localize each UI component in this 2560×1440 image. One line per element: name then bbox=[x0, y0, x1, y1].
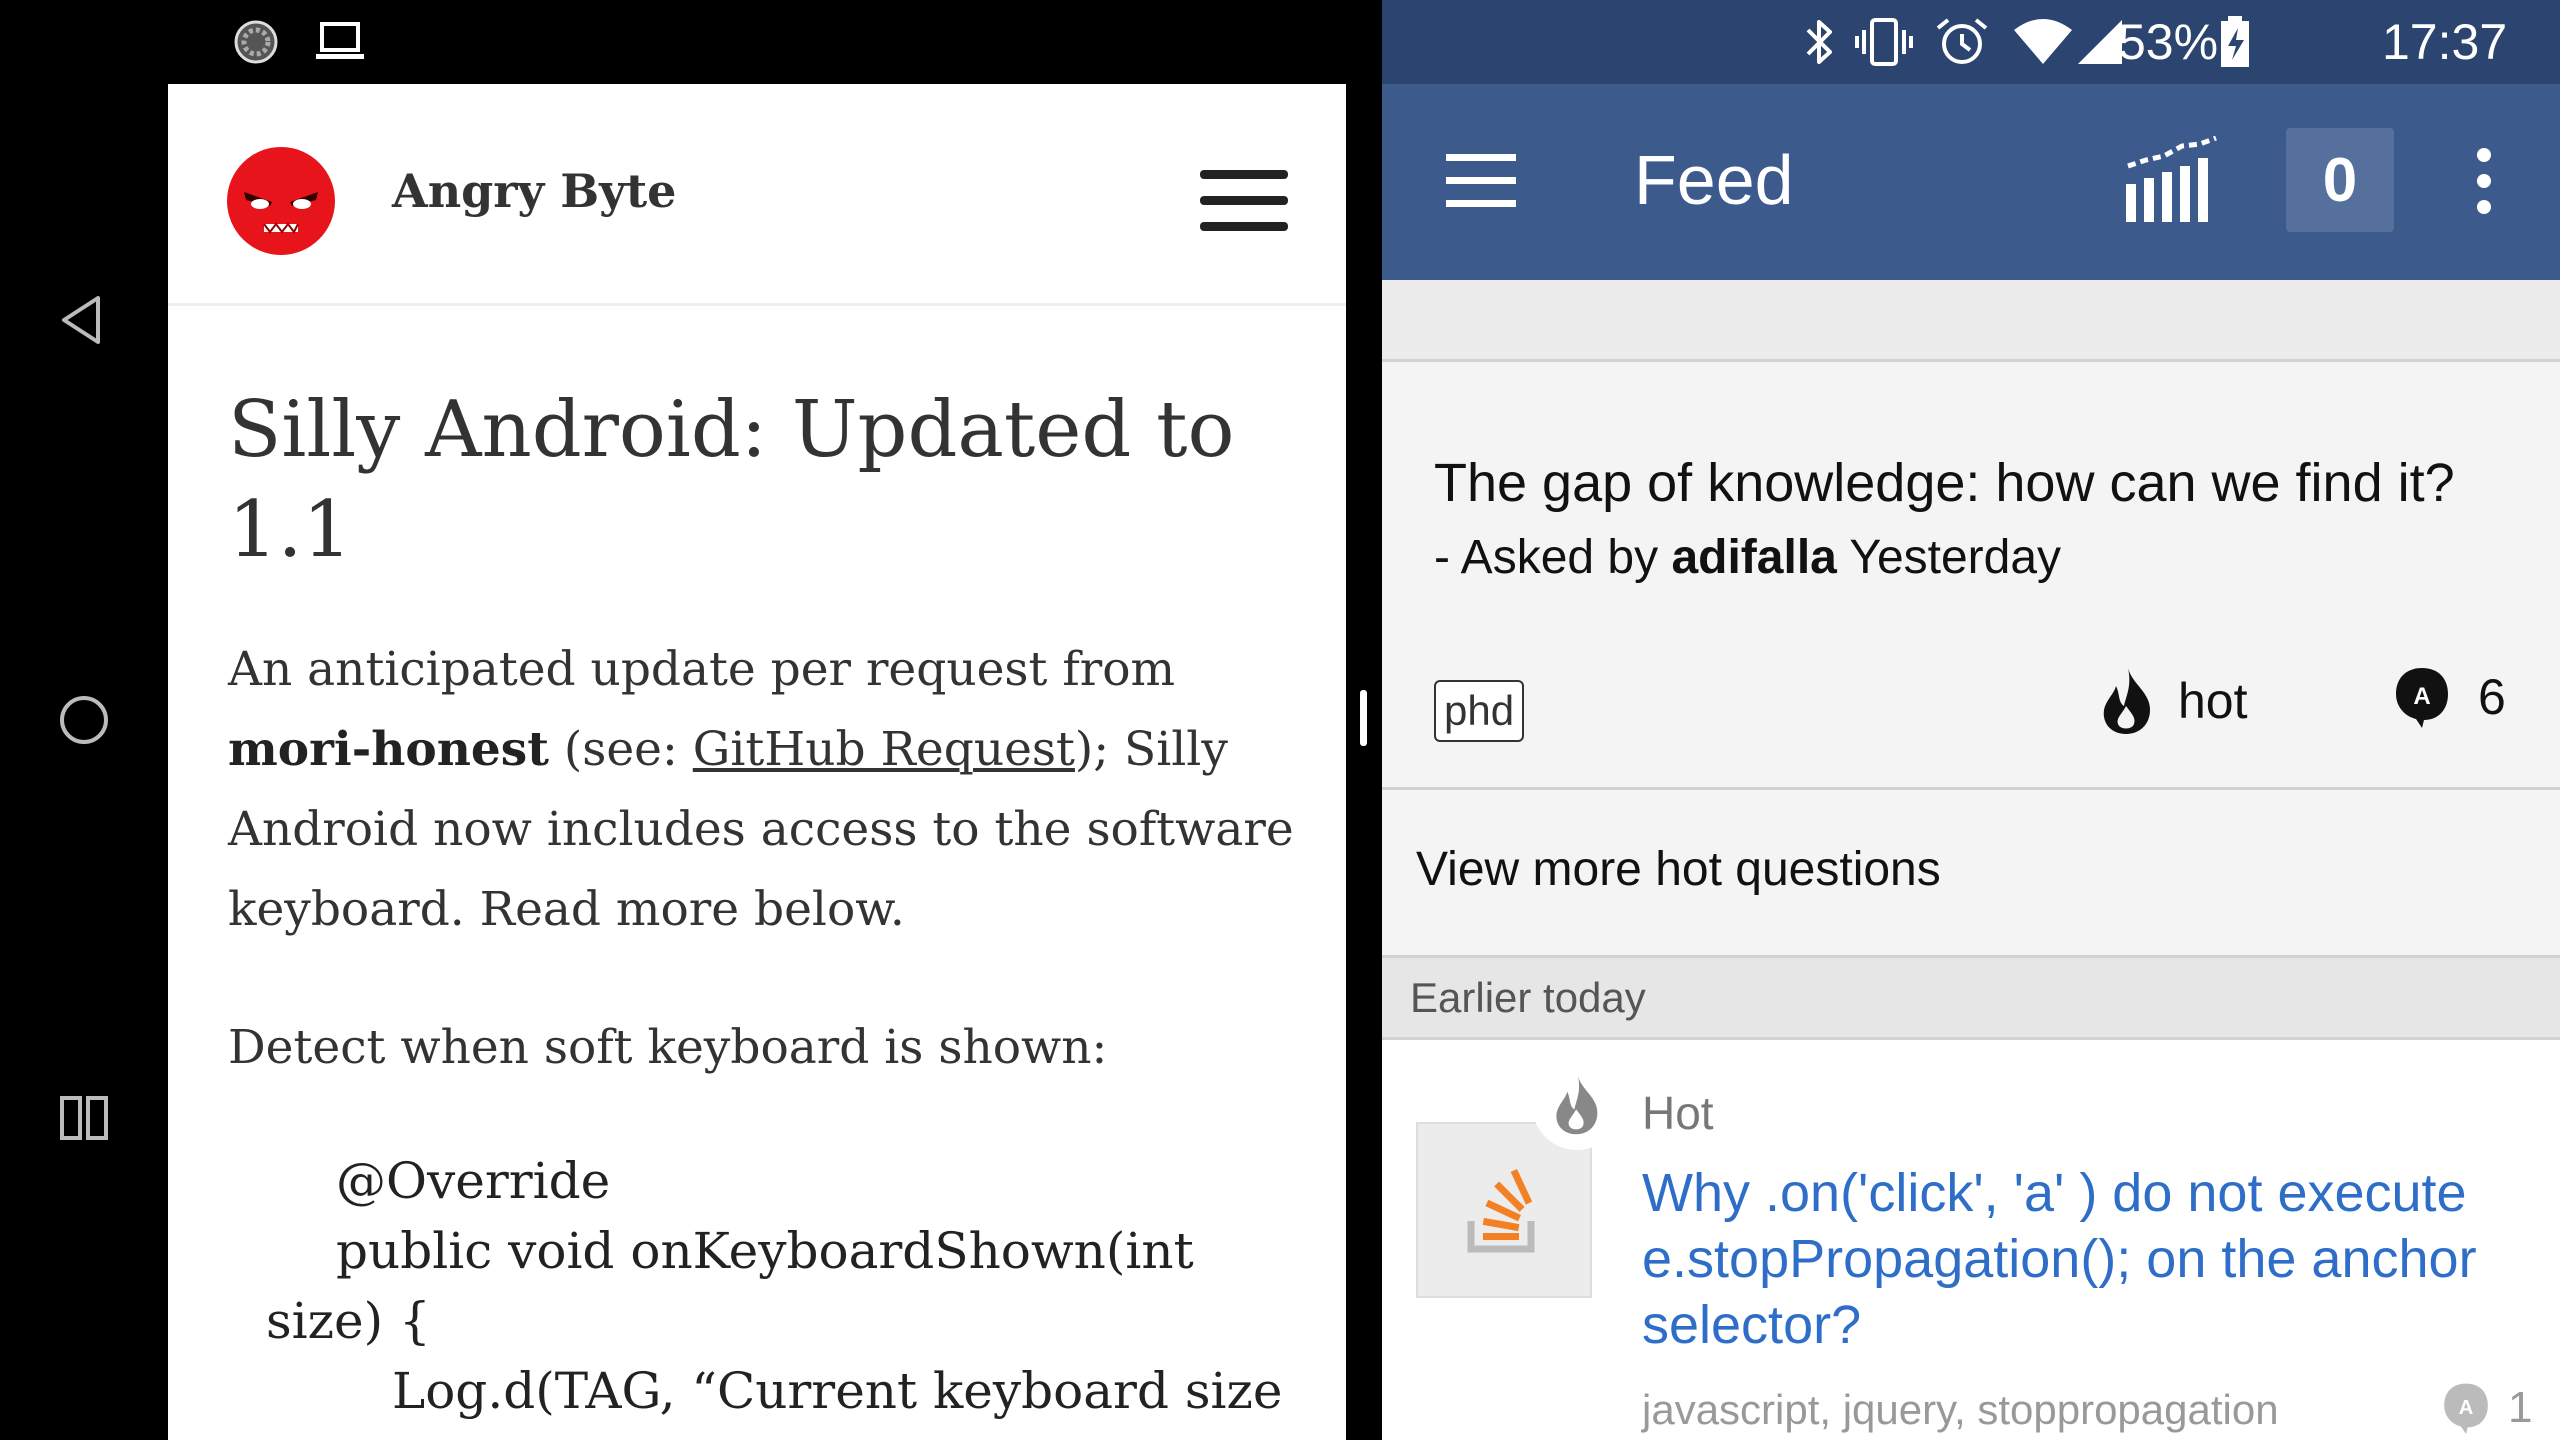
vibrate-icon bbox=[1855, 18, 1913, 66]
item-answer-count-value: 1 bbox=[2508, 1383, 2533, 1432]
answer-bubble-icon: A bbox=[2444, 1383, 2488, 1434]
flame-icon bbox=[1556, 1075, 1598, 1135]
bluetooth-icon bbox=[1806, 20, 1832, 64]
laptop-icon bbox=[316, 22, 364, 59]
status-time: 17:37 bbox=[2382, 14, 2508, 70]
item-answer-count: A 1 bbox=[2442, 1382, 2532, 1434]
sync-icon bbox=[234, 20, 278, 64]
section-header: Earlier today bbox=[1382, 958, 2560, 1040]
feed-item[interactable]: Hot Why .on('click', 'a' ) do not execut… bbox=[1382, 1040, 2560, 1440]
alarm-icon bbox=[1936, 18, 1988, 64]
item-tags: javascript, jquery, stoppropagation bbox=[1642, 1386, 2279, 1433]
split-screen-divider[interactable] bbox=[1346, 0, 1382, 1440]
post-paragraph: An anticipated update per request from m… bbox=[228, 642, 1294, 937]
navigation-drawer-button[interactable] bbox=[1446, 154, 1516, 210]
question-title[interactable]: The gap of knowledge: how can we find it… bbox=[1434, 452, 2455, 514]
post-paragraph-2: Detect when soft keyboard is shown: bbox=[228, 1020, 1108, 1075]
code-line: size) { bbox=[266, 1292, 431, 1350]
app-toolbar: Feed 0 bbox=[1382, 84, 2560, 280]
view-more-label: View more hot questions bbox=[1416, 843, 1941, 896]
screen-title: Feed bbox=[1634, 141, 1794, 219]
requester-name: mori-honest bbox=[228, 722, 549, 777]
notification-counter[interactable]: 0 bbox=[2286, 128, 2394, 232]
github-request-link[interactable]: GitHub Request bbox=[693, 722, 1075, 777]
battery-charging-icon bbox=[2221, 16, 2249, 67]
angry-face-logo-icon[interactable] bbox=[226, 146, 336, 256]
wifi-icon bbox=[2014, 19, 2072, 64]
svg-text:A: A bbox=[2459, 1397, 2474, 1419]
section-header-label: Earlier today bbox=[1410, 974, 1646, 1021]
stackoverflow-logo-icon bbox=[1467, 1168, 1535, 1253]
answer-count: A 6 bbox=[2394, 666, 2506, 728]
menu-icon bbox=[1446, 154, 1516, 161]
recents-button[interactable] bbox=[44, 1078, 124, 1158]
divider-handle[interactable] bbox=[1360, 690, 1367, 746]
split-screen-icon bbox=[60, 1096, 108, 1140]
item-question-title[interactable]: Why .on('click', 'a' ) do not execute e.… bbox=[1642, 1160, 2522, 1358]
more-vertical-icon bbox=[2477, 148, 2491, 162]
hamburger-icon bbox=[1200, 170, 1288, 179]
site-menu-button[interactable] bbox=[1200, 170, 1288, 232]
view-more-hot-questions[interactable]: View more hot questions bbox=[1382, 790, 2560, 958]
feed-app-pane: 53% 17:37 Feed 0 The gap of knowledge: h… bbox=[1382, 0, 2560, 1440]
article-body: Silly Android: Updated to 1.1 An anticip… bbox=[228, 380, 1308, 1426]
site-header: Angry Byte bbox=[168, 84, 1346, 306]
hot-label: hot bbox=[2178, 673, 2248, 729]
asker-name[interactable]: adifalla bbox=[1671, 531, 1836, 584]
svg-text:A: A bbox=[2413, 683, 2430, 710]
right-status-bar: 53% 17:37 bbox=[1382, 0, 2560, 84]
reputation-stats-icon[interactable] bbox=[2124, 136, 2220, 224]
flame-icon bbox=[2103, 668, 2150, 734]
answer-count-value: 6 bbox=[2478, 669, 2506, 725]
home-circle-icon bbox=[60, 696, 108, 744]
code-line: Log.d(TAG, “Current keyboard size bbox=[392, 1362, 1283, 1420]
item-hot-label: Hot bbox=[1642, 1087, 1714, 1139]
feed-top-spacer bbox=[1382, 280, 2560, 362]
post-title: Silly Android: Updated to 1.1 bbox=[228, 385, 1235, 575]
code-line: @Override bbox=[336, 1152, 611, 1210]
hot-badge bbox=[1532, 1060, 1622, 1150]
code-line: public void onKeyboardShown(int bbox=[336, 1222, 1194, 1280]
hot-question-card[interactable]: The gap of knowledge: how can we find it… bbox=[1382, 362, 2560, 790]
overflow-menu-button[interactable] bbox=[2474, 148, 2494, 214]
hot-indicator: hot bbox=[2098, 666, 2248, 736]
question-meta: - Asked by adifalla Yesterday bbox=[1434, 531, 2062, 584]
browser-pane: Angry Byte Silly Android: Updated to 1.1… bbox=[168, 84, 1346, 1440]
battery-percent: 53% bbox=[2118, 14, 2219, 70]
left-status-bar bbox=[168, 0, 1346, 84]
tag-chip[interactable]: phd bbox=[1434, 680, 1525, 742]
home-button[interactable] bbox=[44, 680, 124, 760]
answer-bubble-icon: A bbox=[2396, 668, 2448, 728]
system-navigation-bar bbox=[0, 0, 168, 1440]
site-title[interactable]: Angry Byte bbox=[392, 164, 676, 218]
back-button[interactable] bbox=[44, 280, 124, 360]
back-triangle-icon bbox=[62, 296, 100, 344]
code-block: @Override public void onKeyboardShown(in… bbox=[228, 1146, 1308, 1426]
